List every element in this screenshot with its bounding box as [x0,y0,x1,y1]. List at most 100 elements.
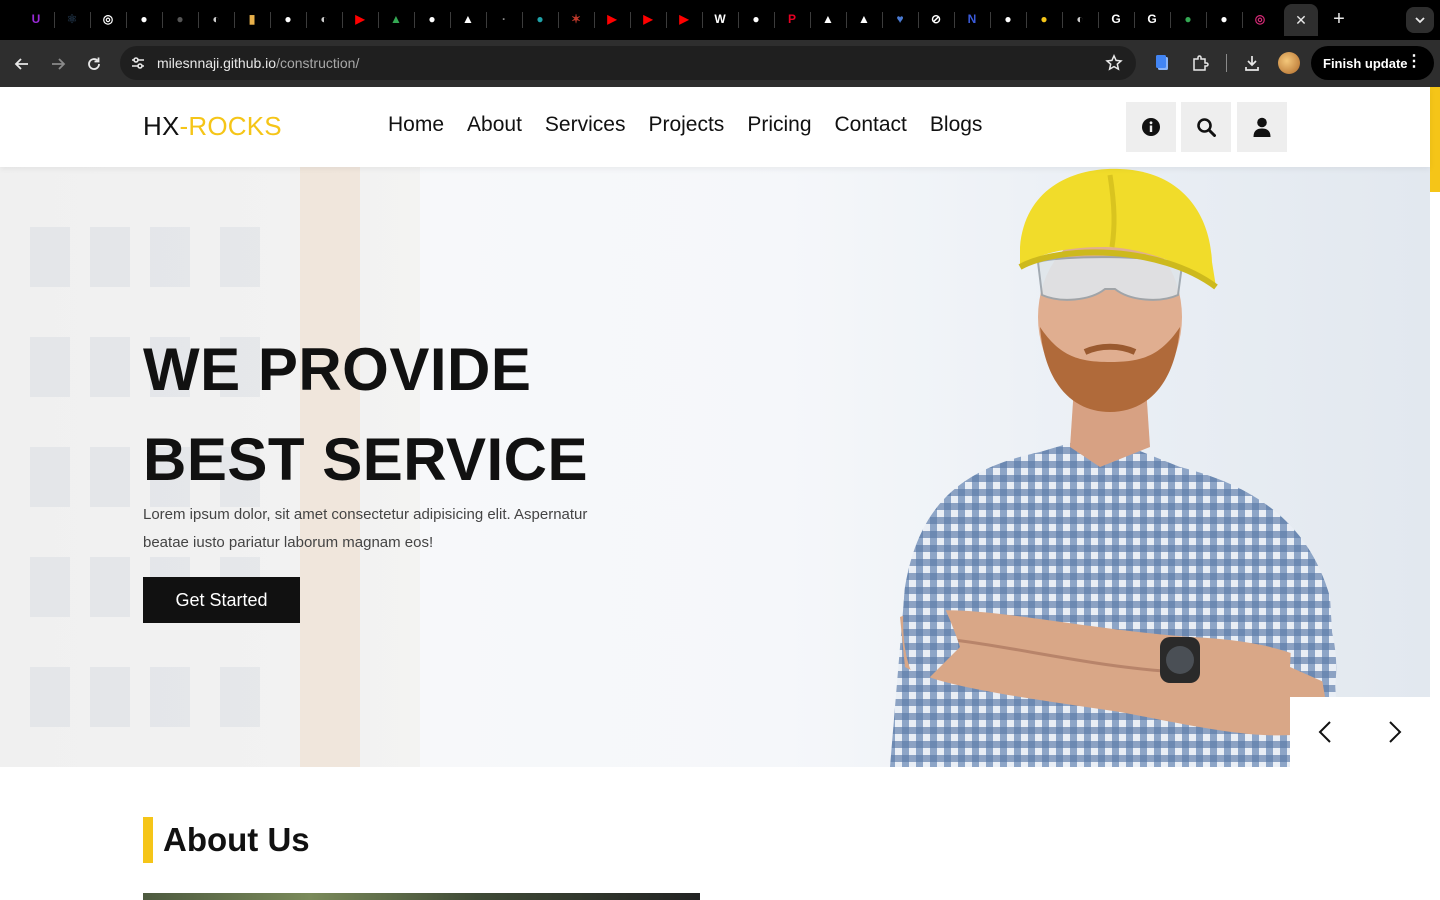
site-header: HX-ROCKS Home About Services Projects Pr… [0,87,1430,167]
n-logo-icon[interactable]: N [963,10,981,28]
tab-separator [990,12,991,28]
nav-home[interactable]: Home [388,113,444,137]
tab-separator [594,12,595,28]
url-text[interactable]: milesnnaji.github.io/construction/ [157,55,359,71]
nav-pricing[interactable]: Pricing [747,113,811,137]
more-menu-icon[interactable]: ⋮ [1406,54,1422,70]
cart-icon[interactable]: ✶ [567,10,585,28]
instagram-icon[interactable]: ◎ [1251,10,1269,28]
profile-avatar[interactable] [1278,52,1300,74]
slider-next-button[interactable] [1384,721,1406,743]
tab-separator [414,12,415,28]
tab-separator [1206,12,1207,28]
github-icon[interactable]: ● [423,10,441,28]
compass-icon[interactable]: ⊘ [927,10,945,28]
web-page: HX-ROCKS Home About Services Projects Pr… [0,87,1440,900]
tab-separator [90,12,91,28]
url-host: milesnnaji.github.io [157,55,277,71]
arrow-right-icon [52,58,66,70]
main-nav: Home About Services Projects Pricing Con… [388,113,982,137]
maps-icon[interactable]: ● [1179,10,1197,28]
pinterest-icon[interactable]: P [783,10,801,28]
scrollbar-thumb[interactable] [1430,87,1440,192]
user-button[interactable] [1237,102,1287,152]
nav-contact[interactable]: Contact [835,113,907,137]
github-icon[interactable]: ● [1215,10,1233,28]
wix-icon[interactable]: W [711,10,729,28]
address-bar[interactable]: milesnnaji.github.io/construction/ [120,46,1136,80]
nav-projects[interactable]: Projects [648,113,724,137]
globe-icon[interactable]: ◐ [207,10,225,28]
tab-separator [702,12,703,28]
toolbar-divider [1226,54,1227,72]
youtube-icon[interactable]: ▶ [351,10,369,28]
copy-extension-icon[interactable] [1152,52,1174,74]
hero-description: Lorem ipsum dolor, sit amet consectetur … [143,506,588,551]
finish-update-button[interactable]: Finish update ⋮ [1311,46,1434,80]
page-scrollbar[interactable] [1430,87,1440,900]
google-icon[interactable]: G [1107,10,1125,28]
get-started-button[interactable]: Get Started [143,577,300,623]
openai-icon[interactable]: ◎ [99,10,117,28]
reload-button[interactable] [82,52,106,76]
purple-circle-icon[interactable]: U [27,10,45,28]
tab-separator [198,12,199,28]
lemon-icon[interactable]: ● [1035,10,1053,28]
slider-prev-button[interactable] [1314,721,1336,743]
tab-separator [1134,12,1135,28]
globe-icon[interactable]: ◐ [1071,10,1089,28]
heart-icon[interactable]: ♥ [891,10,909,28]
triangle-icon[interactable]: ▲ [855,10,873,28]
small-text-icon[interactable]: · [495,10,513,28]
about-title: About Us [163,821,310,858]
active-tab[interactable]: ✕ [1284,4,1318,36]
forward-button[interactable] [46,52,70,76]
url-path: /construction/ [276,55,360,71]
back-button[interactable] [10,52,34,76]
reload-icon [88,57,100,70]
tab-separator [54,12,55,28]
github-icon[interactable]: ● [135,10,153,28]
nav-blogs[interactable]: Blogs [930,113,983,137]
nav-services[interactable]: Services [545,113,626,137]
youtube-icon[interactable]: ▶ [639,10,657,28]
teal-circle-icon[interactable]: ● [531,10,549,28]
info-button[interactable] [1126,102,1176,152]
triangle-icon[interactable]: ▲ [819,10,837,28]
new-tab-button[interactable]: + [1328,8,1350,30]
tab-search-button[interactable] [1406,7,1434,33]
extensions-puzzle-icon[interactable] [1189,52,1211,74]
site-logo[interactable]: HX-ROCKS [143,111,282,142]
google-icon[interactable]: G [1143,10,1161,28]
react-icon[interactable]: ⚛ [63,10,81,28]
tab-separator [1098,12,1099,28]
tab-separator [918,12,919,28]
github-icon[interactable]: ● [171,10,189,28]
github-icon[interactable]: ● [279,10,297,28]
bookmark-star-icon[interactable] [1104,53,1124,73]
youtube-icon[interactable]: ▶ [603,10,621,28]
tab-separator [126,12,127,28]
about-accent-bar [143,817,153,863]
youtube-icon[interactable]: ▶ [675,10,693,28]
bottle-icon[interactable]: ▮ [243,10,261,28]
tab-separator [522,12,523,28]
github-icon[interactable]: ● [747,10,765,28]
nav-about[interactable]: About [467,113,522,137]
google-drive-icon[interactable]: ▲ [387,10,405,28]
search-button[interactable] [1181,102,1231,152]
chevron-right-icon [1389,721,1402,743]
browser-toolbar: milesnnaji.github.io/construction/ Finis… [0,40,1440,87]
github-icon[interactable]: ● [999,10,1017,28]
tab-separator [630,12,631,28]
globe-icon[interactable]: ◐ [315,10,333,28]
site-settings-icon[interactable] [128,53,148,73]
triangle-icon[interactable]: ▲ [459,10,477,28]
downloads-icon[interactable] [1241,52,1263,74]
tab-separator [450,12,451,28]
close-tab-icon[interactable]: ✕ [1295,12,1307,29]
tab-separator [234,12,235,28]
tab-separator [954,12,955,28]
chevron-left-icon [1318,721,1331,743]
logo-accent: -ROCKS [179,111,282,141]
